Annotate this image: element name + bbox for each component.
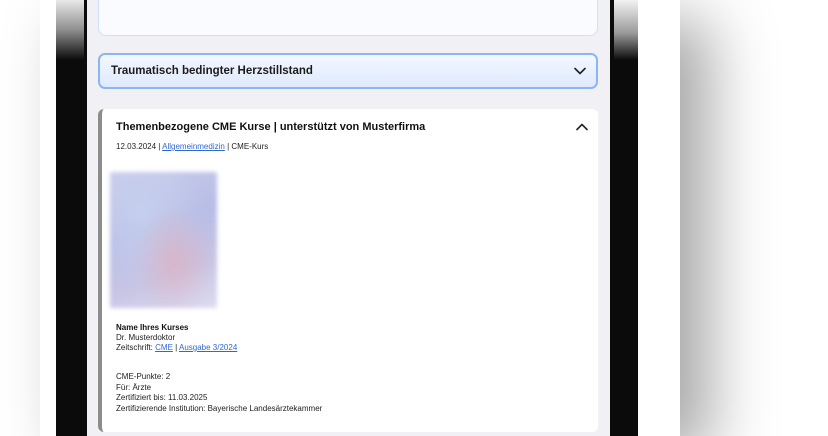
- previous-accordion-card[interactable]: [98, 0, 598, 36]
- chevron-down-icon[interactable]: [574, 65, 586, 77]
- meta-type: CME-Kurs: [231, 142, 269, 151]
- card-header[interactable]: Themenbezogene CME Kurse | unterstützt v…: [116, 119, 588, 135]
- card-title: Themenbezogene CME Kurse | unterstützt v…: [116, 121, 426, 133]
- category-link[interactable]: Allgemeinmedizin: [162, 142, 225, 151]
- device-frame-highlight-left: [56, 0, 84, 60]
- screen: Traumatisch bedingter Herzstillstand The…: [87, 0, 610, 436]
- cme-audience: Für: Ärzte: [116, 382, 152, 392]
- course-info: Name Ihres Kurses Dr. Musterdoktor Zeits…: [116, 323, 237, 353]
- course-name[interactable]: Name Ihres Kurses: [116, 323, 237, 333]
- course-thumbnail-image[interactable]: [110, 172, 217, 308]
- journal-link[interactable]: CME: [155, 343, 173, 352]
- cme-points: CME-Punkte: 2: [116, 372, 171, 381]
- device-frame-highlight-right: [614, 0, 638, 60]
- chevron-up-icon[interactable]: [576, 121, 588, 133]
- issue-link[interactable]: Ausgabe 3/2024: [179, 343, 237, 352]
- accordion-title: Traumatisch bedingter Herzstillstand: [111, 65, 313, 77]
- accordion-cme-courses-expanded: Themenbezogene CME Kurse | unterstützt v…: [98, 109, 598, 432]
- course-author: Dr. Musterdoktor: [116, 333, 176, 342]
- accordion-traumatic-cardiac-arrest[interactable]: Traumatisch bedingter Herzstillstand: [98, 53, 598, 89]
- cme-certified-until: Zertifiziert bis: 11.03.2025: [116, 393, 208, 402]
- cme-details: CME-Punkte: 2 Für: Ärzte Zertifiziert bi…: [116, 372, 322, 414]
- cme-institution: Zertifizierende Institution: Bayerische …: [116, 403, 323, 413]
- card-meta: 12.03.2024 | Allgemeinmedizin | CME-Kurs: [116, 142, 268, 151]
- journal-label: Zeitschrift:: [116, 343, 156, 352]
- meta-date: 12.03.2024: [116, 142, 157, 151]
- course-journal: Zeitschrift: CME | Ausgabe 3/2024: [116, 343, 237, 353]
